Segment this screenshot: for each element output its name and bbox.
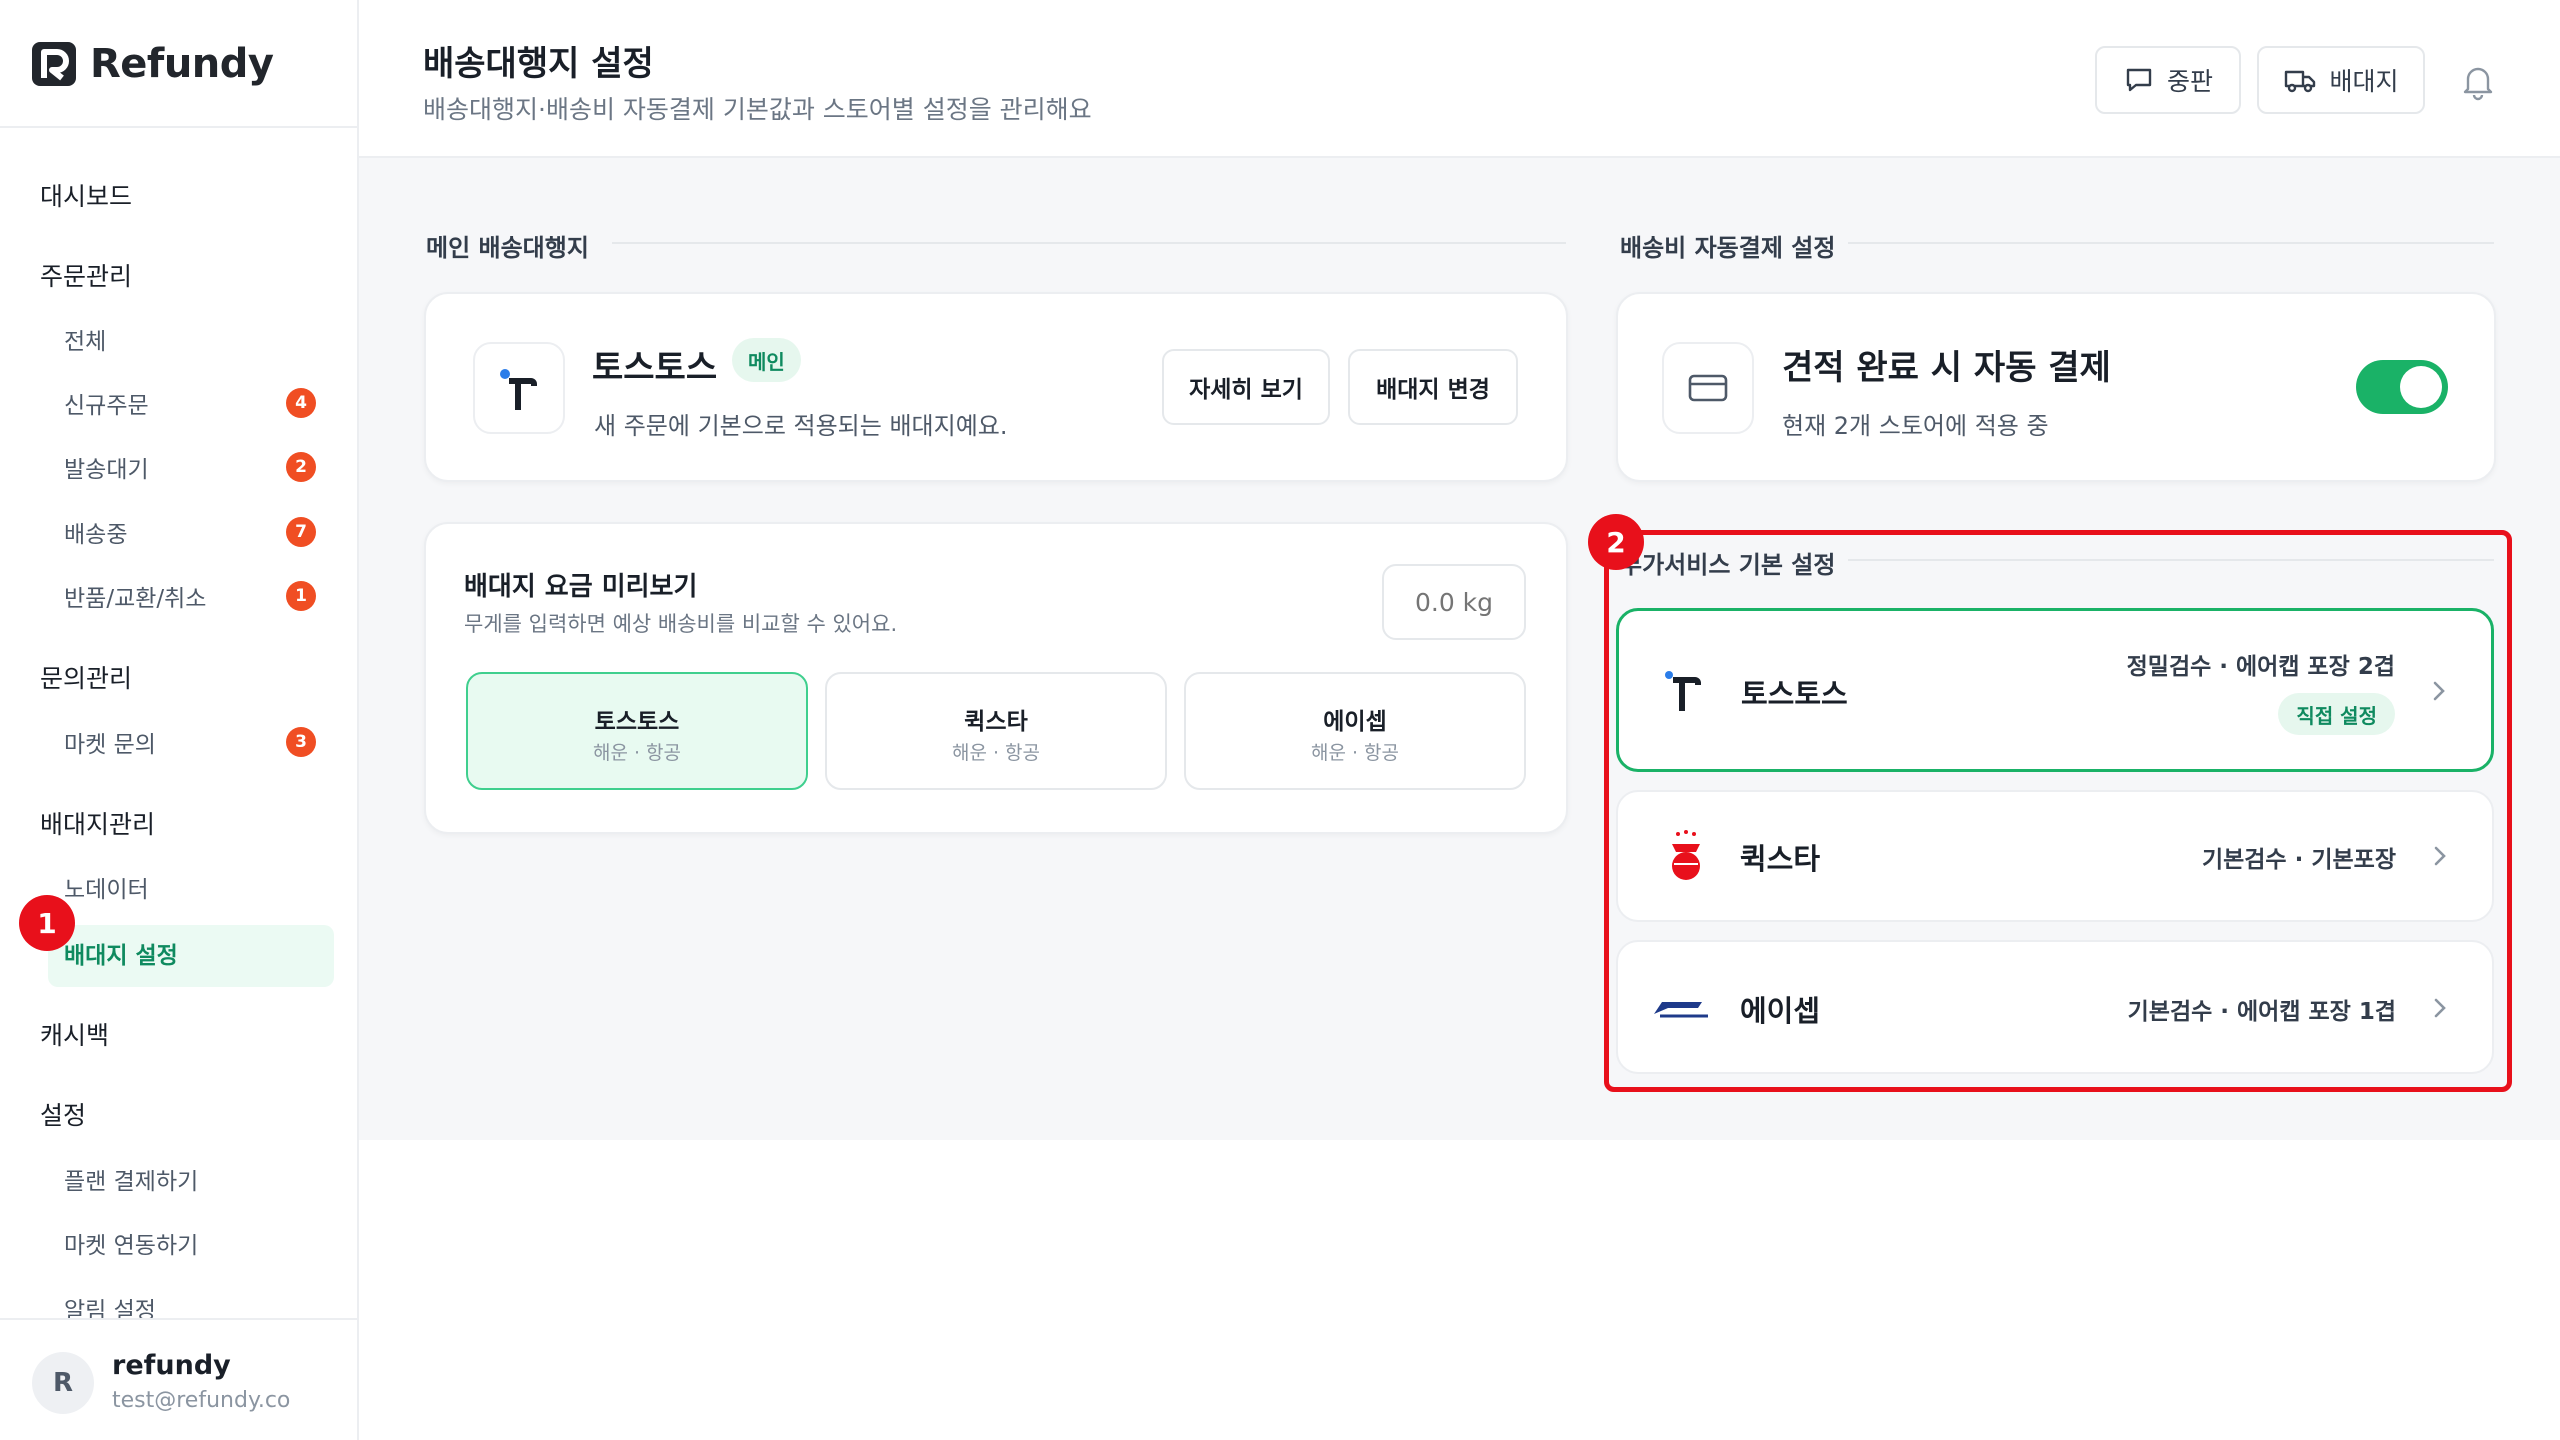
badge-inquiries: 3 bbox=[286, 727, 316, 757]
nav-orders-new[interactable]: 신규주문 bbox=[64, 386, 149, 420]
nav-cashback[interactable]: 캐시백 bbox=[40, 1016, 109, 1052]
asap-logo-icon bbox=[1654, 1002, 1708, 1018]
chevron-right-icon bbox=[2434, 846, 2446, 866]
truck-icon bbox=[2285, 70, 2316, 93]
sidebar-nav: 대시보드 주문관리 전체 신규주문 4 발송대기 2 배송중 7 반품/교환/취… bbox=[0, 128, 357, 1318]
nav-forwarders[interactable]: 배대지관리 bbox=[40, 805, 155, 841]
preview-option-asap[interactable]: 에이셉 해운 · 항공 bbox=[1184, 672, 1526, 790]
quickstar-logo-icon bbox=[1672, 830, 1700, 880]
detail-button[interactable]: 자세히 보기 bbox=[1162, 349, 1330, 425]
annotation-marker-2: 2 bbox=[1588, 514, 1644, 570]
badge-returns: 1 bbox=[286, 581, 316, 611]
nav-orders-returns[interactable]: 반품/교환/취소 bbox=[64, 579, 206, 613]
badge-shipping: 7 bbox=[286, 517, 316, 547]
nav-orders-shipping[interactable]: 배송중 bbox=[64, 515, 127, 549]
refundy-logo-icon bbox=[32, 42, 76, 86]
main-forwarder-desc: 새 주문에 기본으로 적용되는 배대지예요. bbox=[594, 412, 1008, 440]
nav-orders[interactable]: 주문관리 bbox=[40, 257, 132, 293]
user-email: test@refundy.co bbox=[112, 1388, 291, 1413]
forwarder-button-label: 배대지 bbox=[2329, 67, 2399, 96]
badge-waiting: 2 bbox=[286, 452, 316, 482]
main-badge: 메인 bbox=[732, 338, 801, 382]
nav-plan-payment[interactable]: 플랜 결제하기 bbox=[64, 1162, 198, 1196]
user-profile[interactable]: R refundy test@refundy.co bbox=[0, 1318, 357, 1440]
section-main-forwarder: 메인 배송대행지 bbox=[426, 234, 589, 262]
addon-row-desc: 기본검수 · 에어캡 포장 1겹 bbox=[2127, 999, 2396, 1025]
nav-market-inquiries[interactable]: 마켓 문의 bbox=[64, 725, 156, 759]
annotation-marker-1: 1 bbox=[19, 895, 75, 951]
notes-button[interactable]: 중판 bbox=[2095, 46, 2241, 114]
addon-row-name: 토스토스 bbox=[1741, 677, 1848, 711]
tostos-logo-icon bbox=[500, 369, 537, 410]
preview-desc: 무게를 입력하면 예상 배송비를 비교할 수 있어요. bbox=[464, 612, 898, 636]
bell-icon[interactable] bbox=[2457, 60, 2499, 102]
change-forwarder-button[interactable]: 배대지 변경 bbox=[1348, 349, 1518, 425]
badge-new-orders: 4 bbox=[286, 388, 316, 418]
addon-row-tostos[interactable]: 토스토스 정밀검수 · 에어캡 포장 2겹 직접 설정 bbox=[1616, 608, 2494, 772]
notes-button-label: 중판 bbox=[2166, 67, 2213, 96]
preview-title: 배대지 요금 미리보기 bbox=[464, 572, 698, 602]
addon-row-name: 에이셉 bbox=[1740, 994, 1821, 1028]
addon-row-desc: 정밀검수 · 에어캡 포장 2겹 bbox=[2126, 654, 2395, 680]
option-name: 퀵스타 bbox=[964, 709, 1028, 735]
brand-name: Refundy bbox=[90, 41, 274, 87]
autopay-title: 견적 완료 시 자동 결제 bbox=[1782, 348, 2111, 388]
toggle-knob bbox=[2400, 366, 2442, 408]
nav-forwarder-settings[interactable]: 배대지 설정 bbox=[64, 936, 178, 970]
addon-row-quickstar[interactable]: 퀵스타 기본검수 · 기본포장 bbox=[1616, 790, 2494, 922]
section-divider bbox=[1848, 242, 2494, 244]
preview-option-tostos[interactable]: 토스토스 해운 · 항공 bbox=[466, 672, 808, 790]
page-header: 배송대행지 설정 배송대행지·배송비 자동결제 기본값과 스토어별 설정을 관리… bbox=[359, 0, 2560, 158]
page-title: 배송대행지 설정 bbox=[423, 44, 654, 84]
credit-card-icon bbox=[1688, 374, 1728, 402]
section-addon: 부가서비스 기본 설정 bbox=[1620, 551, 1836, 579]
nav-orders-waiting[interactable]: 발송대기 bbox=[64, 450, 149, 484]
option-name: 에이셉 bbox=[1323, 709, 1387, 735]
chevron-right-icon bbox=[2433, 681, 2445, 701]
option-sub: 해운 · 항공 bbox=[1310, 742, 1400, 764]
avatar: R bbox=[32, 1352, 94, 1414]
autopay-toggle[interactable] bbox=[2356, 360, 2448, 414]
chat-icon bbox=[2126, 68, 2152, 92]
addon-row-name: 퀵스타 bbox=[1740, 842, 1821, 876]
option-sub: 해운 · 항공 bbox=[592, 742, 682, 764]
option-name: 토스토스 bbox=[594, 709, 680, 735]
main-forwarder-name: 토스토스 bbox=[592, 348, 718, 388]
nav-orders-all[interactable]: 전체 bbox=[64, 322, 106, 356]
section-divider bbox=[612, 242, 1566, 244]
card-icon-box bbox=[1662, 342, 1754, 434]
nav-notifications[interactable]: 알림 설정 bbox=[64, 1291, 156, 1318]
autopay-desc: 현재 2개 스토어에 적용 중 bbox=[1782, 412, 2049, 440]
forwarder-logo-box bbox=[473, 342, 565, 434]
chevron-right-icon bbox=[2434, 998, 2446, 1018]
nav-settings[interactable]: 설정 bbox=[40, 1096, 86, 1132]
option-sub: 해운 · 항공 bbox=[951, 742, 1041, 764]
brand-logo[interactable]: Refundy bbox=[30, 38, 274, 90]
section-divider bbox=[1848, 559, 2494, 561]
addon-row-asap[interactable]: 에이셉 기본검수 · 에어캡 포장 1겹 bbox=[1616, 940, 2494, 1074]
user-name: refundy bbox=[112, 1350, 231, 1381]
addon-row-desc: 기본검수 · 기본포장 bbox=[2201, 847, 2396, 873]
forwarder-button[interactable]: 배대지 bbox=[2257, 46, 2425, 114]
sidebar: Refundy 대시보드 주문관리 전체 신규주문 4 발송대기 2 배송중 7… bbox=[0, 0, 359, 1440]
page-subtitle: 배송대행지·배송비 자동결제 기본값과 스토어별 설정을 관리해요 bbox=[423, 95, 1092, 124]
nav-nodata[interactable]: 노데이터 bbox=[64, 870, 149, 904]
nav-market-link[interactable]: 마켓 연동하기 bbox=[64, 1226, 198, 1260]
section-autopay: 배송비 자동결제 설정 bbox=[1620, 234, 1836, 262]
nav-inquiries[interactable]: 문의관리 bbox=[40, 659, 132, 695]
preview-option-quickstar[interactable]: 퀵스타 해운 · 항공 bbox=[825, 672, 1167, 790]
tostos-logo-icon bbox=[1665, 671, 1701, 711]
custom-setting-tag: 직접 설정 bbox=[2278, 693, 2395, 735]
nav-dashboard[interactable]: 대시보드 bbox=[40, 177, 132, 213]
weight-input[interactable] bbox=[1382, 564, 1526, 640]
